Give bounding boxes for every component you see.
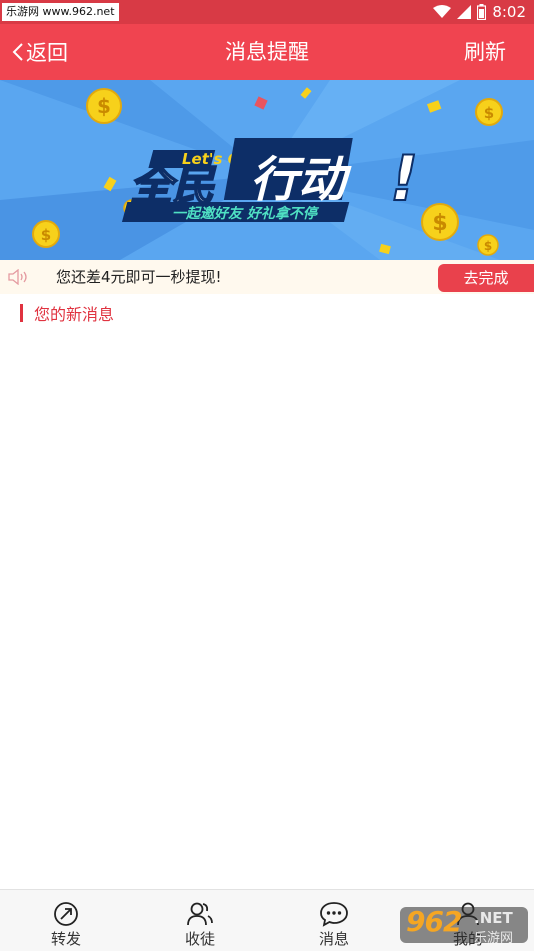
- watermark-logo: 962 .NET 乐游网: [400, 905, 528, 946]
- battery-icon: [477, 4, 487, 20]
- share-icon: [54, 902, 78, 926]
- users-icon: [187, 902, 213, 926]
- status-bar: 乐游网 www.962.net 8:02: [0, 0, 534, 24]
- svg-text:$: $: [484, 104, 494, 122]
- tab-apprentice[interactable]: 收徒: [165, 890, 235, 951]
- status-time: 8:02: [492, 3, 526, 21]
- message-icon: [320, 902, 348, 927]
- page-title: 消息提醒: [225, 40, 309, 64]
- svg-text:$: $: [484, 239, 492, 253]
- nav-bar: 返回 消息提醒 刷新: [0, 24, 534, 80]
- banner-slogan: 一起邀好友 好礼拿不停: [172, 205, 320, 222]
- watermark-number: 962: [406, 905, 462, 938]
- notice-text: 您还差4元即可一秒提现!: [56, 268, 222, 286]
- svg-text:$: $: [97, 94, 111, 118]
- wifi-icon: [433, 5, 452, 18]
- banner-headline-2: 行动: [250, 152, 352, 208]
- section-title: 您的新消息: [34, 305, 115, 324]
- section-accent-bar: [20, 304, 23, 322]
- tab-apprentice-label: 收徒: [184, 930, 215, 948]
- tab-messages-label: 消息: [318, 930, 349, 948]
- svg-text:$: $: [432, 211, 447, 236]
- watermark-site: 乐游网: [474, 931, 514, 946]
- banner-headline-3: !: [390, 142, 418, 215]
- section-header: 您的新消息: [20, 302, 114, 324]
- speaker-icon: [8, 269, 27, 285]
- tab-bar: 转发 收徒 消息 我的 962 .NET 乐游网: [0, 889, 534, 951]
- banner-art: $ $ $ $ $ $ Let's Go 全民 行动 ! 一起邀好友 好礼拿不停: [0, 80, 534, 260]
- tab-share-label: 转发: [50, 930, 81, 948]
- tab-share[interactable]: 转发: [31, 890, 101, 951]
- promo-banner[interactable]: $ $ $ $ $ $ Let's Go 全民 行动 ! 一起邀好友 好礼拿不停: [0, 80, 534, 260]
- watermark-net: .NET: [474, 909, 513, 927]
- refresh-button[interactable]: 刷新: [464, 24, 506, 80]
- signal-icon: [457, 5, 472, 19]
- svg-text:$: $: [41, 226, 51, 244]
- complete-button[interactable]: 去完成: [438, 264, 534, 292]
- tab-messages[interactable]: 消息: [299, 890, 369, 951]
- status-icons: 8:02: [433, 0, 526, 24]
- watermark-label: 乐游网 www.962.net: [2, 3, 119, 21]
- notice-bar: 您还差4元即可一秒提现! 去完成: [0, 260, 534, 294]
